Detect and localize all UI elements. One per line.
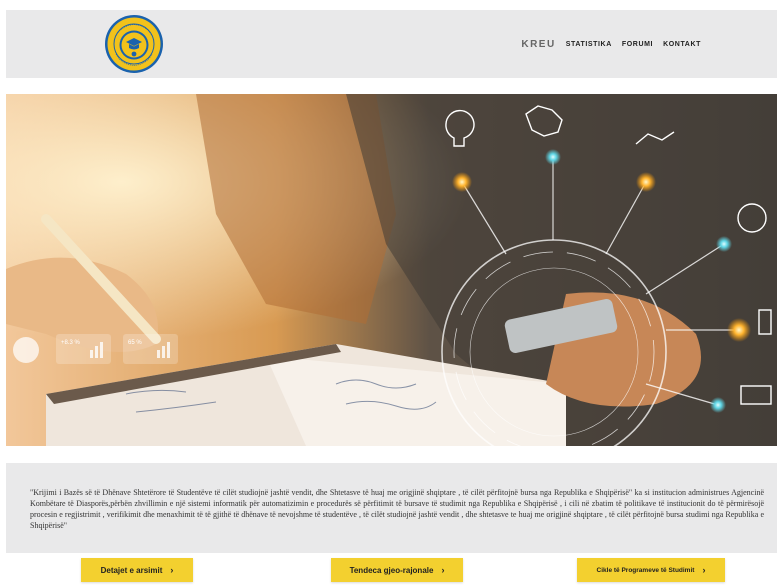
hero-stat-1: +8.3 % — [61, 340, 81, 346]
chevron-right-icon: › — [702, 565, 706, 575]
site-header: KREU STATISTIKA FORUMI KONTAKT — [6, 10, 777, 78]
geo-regional-trends-label: Tendeca gjeo-rajonale — [349, 565, 434, 575]
nav-statistika[interactable]: STATISTIKA — [566, 41, 612, 48]
main-nav: KREU STATISTIKA FORUMI KONTAKT — [521, 10, 701, 78]
chevron-right-icon: › — [170, 565, 174, 575]
hero-image: +8.3 % 65 % — [6, 94, 777, 446]
study-program-cycles-button[interactable]: Cikle të Programeve të Studimit › — [577, 558, 725, 582]
nav-forumi[interactable]: FORUMI — [622, 41, 653, 48]
details-education-label: Detajet e arsimit — [100, 565, 163, 575]
info-band: "Krijimi i Bazës së të Dhënave Shtetëror… — [6, 463, 777, 553]
hero-banner: +8.3 % 65 % — [6, 94, 777, 446]
study-program-cycles-label: Cikle të Programeve të Studimit — [596, 566, 695, 574]
nav-kreu[interactable]: KREU — [521, 39, 555, 50]
logo-icon[interactable] — [104, 14, 164, 74]
chevron-right-icon: › — [441, 565, 445, 575]
geo-regional-trends-button[interactable]: Tendeca gjeo-rajonale › — [331, 558, 463, 582]
hero-stat-2: 65 % — [128, 340, 142, 346]
info-description: "Krijimi i Bazës së të Dhënave Shtetëror… — [30, 488, 764, 530]
nav-kontakt[interactable]: KONTAKT — [663, 41, 701, 48]
details-education-button[interactable]: Detajet e arsimit › — [81, 558, 193, 582]
